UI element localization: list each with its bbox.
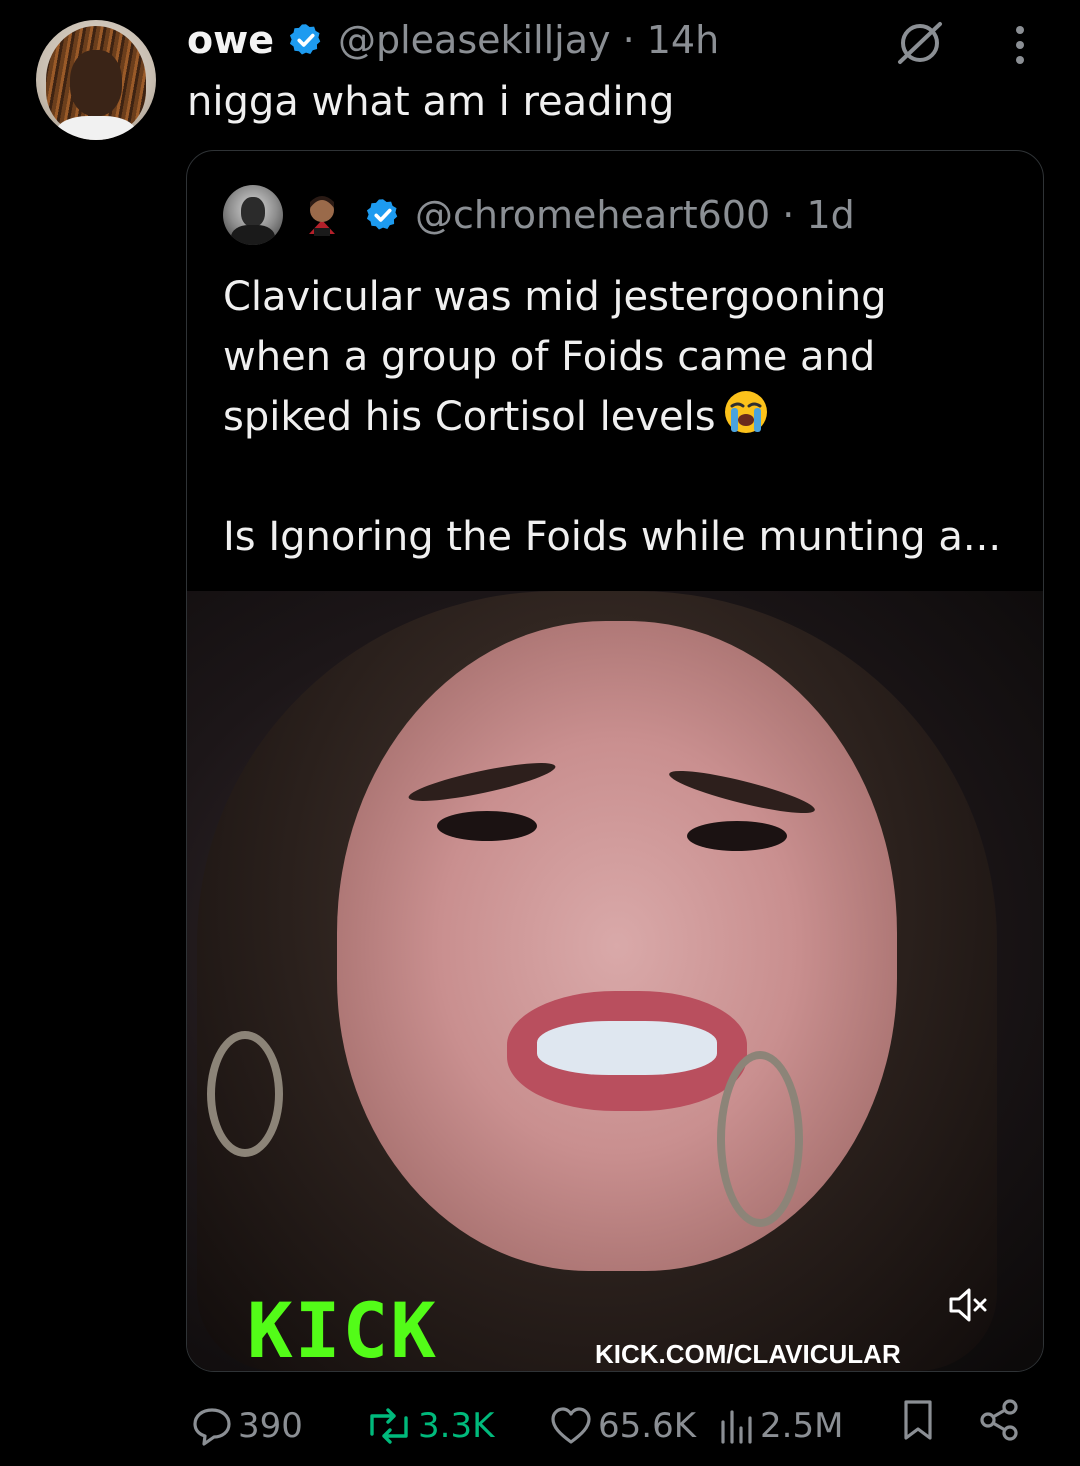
video-frame-earring: [717, 1051, 803, 1227]
loudly-crying-emoji-icon: [724, 391, 767, 433]
quoted-author-handle-time[interactable]: @chromeheart600 · 1d: [415, 185, 855, 245]
avatar-face: [70, 50, 122, 116]
views-icon: [721, 1410, 752, 1444]
quoted-text-line: when a group of Foids came and: [223, 334, 876, 380]
kick-url-watermark: KICK.COM/CLAVICULAR: [595, 1339, 901, 1369]
retweet-button[interactable]: 3.3K: [364, 1398, 494, 1454]
tweet-text: nigga what am i reading: [187, 79, 675, 125]
share-button[interactable]: [978, 1398, 1026, 1442]
author-avatar[interactable]: [36, 20, 156, 140]
heart-icon: [551, 1407, 591, 1444]
reply-count: 390: [238, 1406, 303, 1446]
kick-logo: KICK: [247, 1286, 439, 1371]
quoted-author-avatar: [223, 185, 283, 245]
like-button[interactable]: 65.6K: [548, 1398, 696, 1454]
video-frame-face: [337, 621, 897, 1271]
bookmark-icon: [904, 1400, 932, 1440]
speaker-muted-icon[interactable]: [947, 1285, 991, 1325]
quoted-text-line: Clavicular was mid jestergooning: [223, 274, 887, 320]
retweet-count: 3.3K: [418, 1406, 495, 1446]
tweet-view: owe @pleasekilljay · 14h nigga what am i…: [0, 0, 1080, 1466]
quoted-tweet-card[interactable]: @chromeheart600 · 1d Clavicular was mid …: [186, 150, 1044, 1372]
quoted-text-truncated: Is Ignoring the Foids while munting a...: [223, 514, 1002, 560]
quoted-avatar-face: [241, 197, 265, 227]
tweet-header: owe @pleasekilljay · 14h: [187, 16, 719, 64]
grok-icon[interactable]: [894, 20, 946, 66]
quoted-tweet-header: @chromeheart600 · 1d: [223, 185, 855, 245]
avatar-shirt: [56, 116, 136, 140]
author-handle-time[interactable]: @pleasekilljay · 14h: [338, 16, 719, 64]
author-name[interactable]: owe: [187, 16, 274, 64]
share-icon: [980, 1399, 1018, 1441]
views-button[interactable]: 2.5M: [716, 1398, 843, 1454]
views-count: 2.5M: [760, 1406, 844, 1446]
verified-badge-icon: [289, 24, 321, 55]
video-frame-teeth: [537, 1021, 717, 1075]
tweet-action-bar: 390 3.3K 65.6K 2.5M: [186, 1398, 1026, 1454]
bookmark-button[interactable]: [898, 1398, 942, 1442]
video-frame-eye: [437, 811, 537, 841]
reply-icon: [193, 1408, 231, 1446]
video-frame-brow: [666, 763, 818, 821]
video-frame-eye: [687, 821, 787, 851]
quoted-text-line: spiked his Cortisol levels: [223, 387, 1023, 447]
verified-badge-icon: [366, 199, 398, 230]
more-vertical-icon[interactable]: [1006, 22, 1034, 68]
reply-button[interactable]: 390: [190, 1398, 303, 1454]
video-frame-brow: [406, 755, 558, 809]
like-count: 65.6K: [598, 1406, 696, 1446]
video-frame-earring: [207, 1031, 283, 1157]
retweet-icon: [370, 1408, 408, 1444]
vampire-emoji-icon: [309, 196, 335, 236]
quoted-text-line-content: spiked his Cortisol levels: [223, 394, 716, 440]
quoted-avatar-body: [231, 225, 275, 245]
video-player[interactable]: KICK KICK.COM/CLAVICULAR: [187, 591, 1043, 1371]
quoted-tweet-text: Clavicular was mid jestergooning when a …: [223, 267, 1023, 567]
